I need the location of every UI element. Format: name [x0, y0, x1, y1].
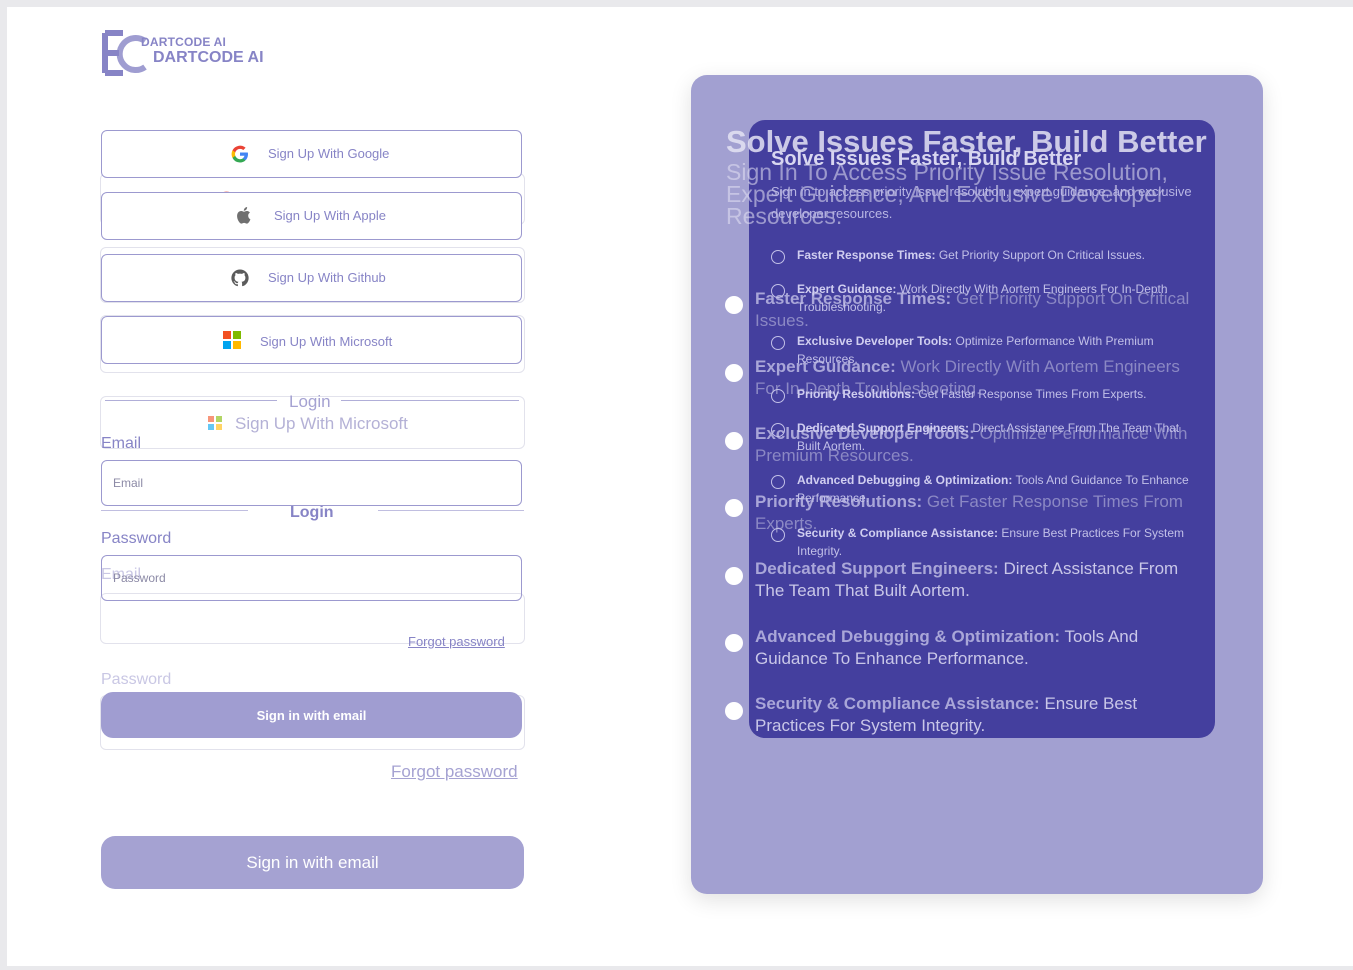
microsoft-signup-label: Sign Up With Microsoft — [260, 334, 393, 349]
page-canvas: DARTCODE AI DARTCODE AI Sign Up With Goo… — [7, 7, 1353, 966]
apple-signup-button[interactable]: Sign Up With Apple — [101, 192, 522, 240]
check-icon — [771, 528, 785, 542]
check-icon — [771, 389, 785, 403]
check-icon — [725, 296, 743, 314]
apple-signup-label: Sign Up With Apple — [274, 208, 387, 223]
check-icon — [725, 702, 743, 720]
google-signup-button[interactable]: Sign Up With Google — [101, 130, 522, 178]
microsoft-icon — [223, 331, 241, 349]
check-icon — [771, 250, 785, 264]
feature-4: Priority Resolutions: Get Faster Respons… — [797, 387, 1147, 401]
feature-2: Expert Guidance: Work Directly With Aort… — [797, 282, 1168, 314]
email-label: Email — [101, 435, 142, 452]
ghost-sign-in-button: Sign in with email — [101, 836, 524, 889]
microsoft-signup-button[interactable]: Sign Up With Microsoft — [101, 316, 522, 364]
sign-in-button[interactable]: Sign in with email — [101, 692, 522, 738]
check-icon — [725, 432, 743, 450]
feature-7: Security & Compliance Assistance: Ensure… — [797, 526, 1185, 558]
check-icon — [725, 634, 743, 652]
ghost-login-divider-label: Login — [289, 392, 331, 411]
ghost-microsoft-icon — [208, 416, 222, 430]
github-icon — [231, 269, 249, 287]
google-signup-label: Sign Up With Google — [268, 146, 390, 161]
feature-6: Advanced Debugging & Optimization: Tools… — [797, 473, 1189, 505]
feature-large-6: Advanced Debugging & Optimization: Tools… — [755, 627, 1139, 668]
ghost-forgot-link: Forgot password — [391, 762, 518, 781]
ghost-microsoft-label: Sign Up With Microsoft — [235, 414, 408, 433]
ghost-divider-right — [341, 400, 519, 401]
password-input[interactable] — [101, 555, 522, 601]
feature-1: Faster Response Times: Get Priority Supp… — [797, 248, 1145, 262]
github-signup-label: Sign Up With Github — [268, 270, 386, 285]
apple-icon — [237, 207, 251, 224]
check-icon — [725, 567, 743, 585]
login-divider-right — [378, 510, 524, 511]
promo-title: Solve Issues Faster, Build Better — [771, 148, 1082, 170]
ghost-divider-left — [105, 400, 277, 401]
check-icon — [771, 423, 785, 437]
email-input[interactable] — [101, 460, 522, 506]
forgot-password-link[interactable]: Forgot password — [408, 634, 505, 649]
check-icon — [725, 364, 743, 382]
github-signup-button[interactable]: Sign Up With Github — [101, 254, 522, 302]
promo-subtitle: Sign in to access priority issue resolut… — [771, 184, 1192, 221]
check-icon — [771, 475, 785, 489]
password-label: Password — [101, 530, 172, 547]
check-icon — [725, 499, 743, 517]
feature-5: Dedicated Support Engineers: Direct Assi… — [797, 421, 1180, 453]
login-divider-label: Login — [290, 504, 334, 521]
login-divider-left — [101, 510, 248, 511]
ghost-password-label: Password — [101, 671, 172, 688]
feature-3: Exclusive Developer Tools: Optimize Perf… — [797, 334, 1154, 366]
check-icon — [771, 336, 785, 350]
feature-large-7: Security & Compliance Assistance: Ensure… — [755, 694, 1138, 735]
feature-large-5: Dedicated Support Engineers: Direct Assi… — [755, 559, 1179, 600]
check-icon — [771, 284, 785, 298]
google-icon — [231, 145, 248, 163]
